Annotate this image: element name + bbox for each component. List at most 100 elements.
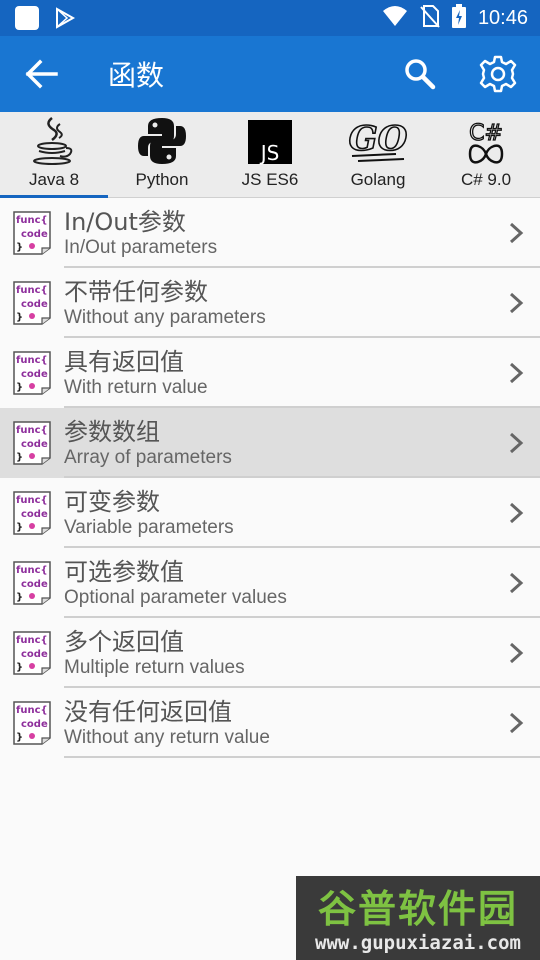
svg-text:}: } [16, 732, 23, 743]
svg-text:func{: func{ [16, 285, 48, 296]
gear-icon [476, 55, 520, 100]
svg-text:JS: JS [259, 141, 280, 165]
item-title-en: Optional parameter values [64, 587, 287, 608]
item-title-zh: 参数数组 [64, 418, 160, 446]
item-title-zh: In/Out参数 [64, 208, 186, 236]
svg-text:}: } [16, 242, 23, 253]
svg-text:func{: func{ [16, 635, 48, 646]
javascript-icon: JS [246, 116, 294, 166]
func-code-icon: func{ code } [12, 210, 52, 256]
tab-javascript[interactable]: JS JS ES6 [216, 112, 324, 198]
chevron-right-icon [506, 711, 526, 735]
svg-text:func{: func{ [16, 495, 48, 506]
svg-text:code: code [21, 509, 48, 520]
list-item[interactable]: func{ code } 可选参数值 Optional parameter va… [0, 548, 540, 618]
app-bar: 函数 [0, 36, 540, 112]
language-tabs: Java 8 Python JS JS ES6 GO Golang C# C# … [0, 112, 540, 198]
item-title-zh: 可变参数 [64, 488, 160, 516]
item-title-zh: 具有返回值 [64, 348, 184, 376]
wifi-icon [382, 5, 408, 31]
chevron-right-icon [506, 431, 526, 455]
status-time: 10:46 [477, 6, 528, 29]
list-item[interactable]: func{ code } 参数数组 Array of parameters [0, 408, 540, 478]
tab-label: JS ES6 [241, 170, 299, 189]
golang-icon: GO [348, 116, 409, 166]
search-button[interactable] [400, 54, 440, 94]
watermark-url: www.gupuxiazai.com [315, 932, 521, 954]
svg-text:}: } [16, 522, 23, 533]
list-item[interactable]: func{ code } 没有任何返回值 Without any return … [0, 688, 540, 758]
item-title-en: With return value [64, 377, 208, 398]
tab-label: Python [135, 170, 189, 189]
item-title-zh: 可选参数值 [64, 558, 184, 586]
svg-text:}: } [16, 312, 23, 323]
svg-text:func{: func{ [16, 565, 48, 576]
divider [64, 756, 540, 758]
func-code-icon: func{ code } [12, 630, 52, 676]
svg-text:code: code [21, 229, 48, 240]
function-list: func{ code } In/Out参数 In/Out parameters … [0, 198, 540, 758]
tab-golang[interactable]: GO Golang [324, 112, 432, 198]
settings-button[interactable] [476, 52, 520, 96]
item-title-en: Without any parameters [64, 307, 266, 328]
page-title: 函数 [108, 59, 165, 92]
tab-csharp[interactable]: C# C# 9.0 [432, 112, 540, 198]
no-sim-icon [420, 4, 440, 32]
svg-text:code: code [21, 369, 48, 380]
func-code-icon: func{ code } [12, 560, 52, 606]
item-title-zh: 不带任何参数 [64, 278, 208, 306]
chevron-right-icon [506, 571, 526, 595]
svg-text:code: code [21, 719, 48, 730]
svg-text:}: } [16, 662, 23, 673]
tab-label: Java 8 [28, 170, 80, 189]
tab-python[interactable]: Python [108, 112, 216, 198]
tab-label: C# 9.0 [460, 170, 512, 189]
list-item[interactable]: func{ code } 不带任何参数 Without any paramete… [0, 268, 540, 338]
svg-text:func{: func{ [16, 705, 48, 716]
item-title-en: Array of parameters [64, 447, 232, 468]
svg-text:code: code [21, 649, 48, 660]
item-title-en: Multiple return values [64, 657, 245, 678]
chevron-right-icon [506, 291, 526, 315]
back-button[interactable] [22, 56, 62, 92]
battery-charging-icon [451, 4, 466, 32]
watermark-title: 谷普软件园 [317, 887, 518, 931]
svg-text:}: } [16, 592, 23, 603]
list-item[interactable]: func{ code } In/Out参数 In/Out parameters [0, 198, 540, 268]
chevron-right-icon [506, 221, 526, 245]
svg-text:func{: func{ [16, 355, 48, 366]
svg-text:code: code [21, 299, 48, 310]
func-code-icon: func{ code } [12, 280, 52, 326]
csharp-icon: C# [462, 116, 510, 166]
tab-java[interactable]: Java 8 [0, 112, 108, 198]
search-icon [400, 59, 440, 98]
func-code-icon: func{ code } [12, 700, 52, 746]
item-title-en: Variable parameters [64, 517, 234, 538]
watermark: 谷普软件园 www.gupuxiazai.com [296, 876, 540, 960]
back-arrow-icon [22, 59, 62, 96]
svg-text:GO: GO [349, 119, 408, 159]
status-bar: 10:46 [0, 0, 540, 36]
item-title-zh: 多个返回值 [64, 628, 184, 656]
play-store-icon [54, 7, 76, 33]
func-code-icon: func{ code } [12, 350, 52, 396]
python-icon [138, 116, 186, 166]
item-title-en: Without any return value [64, 727, 270, 748]
list-item[interactable]: func{ code } 具有返回值 With return value [0, 338, 540, 408]
chevron-right-icon [506, 361, 526, 385]
func-code-icon: func{ code } [12, 420, 52, 466]
list-item[interactable]: func{ code } 多个返回值 Multiple return value… [0, 618, 540, 688]
tab-label: Golang [350, 170, 406, 189]
list-item[interactable]: func{ code } 可变参数 Variable parameters [0, 478, 540, 548]
app-square-icon [14, 6, 40, 34]
svg-text:code: code [21, 439, 48, 450]
item-title-en: In/Out parameters [64, 237, 218, 258]
svg-text:}: } [16, 452, 23, 463]
chevron-right-icon [506, 641, 526, 665]
svg-text:func{: func{ [16, 425, 48, 436]
svg-text:C#: C# [469, 121, 503, 146]
chevron-right-icon [506, 501, 526, 525]
svg-text:}: } [16, 382, 23, 393]
svg-text:func{: func{ [16, 215, 48, 226]
func-code-icon: func{ code } [12, 490, 52, 536]
